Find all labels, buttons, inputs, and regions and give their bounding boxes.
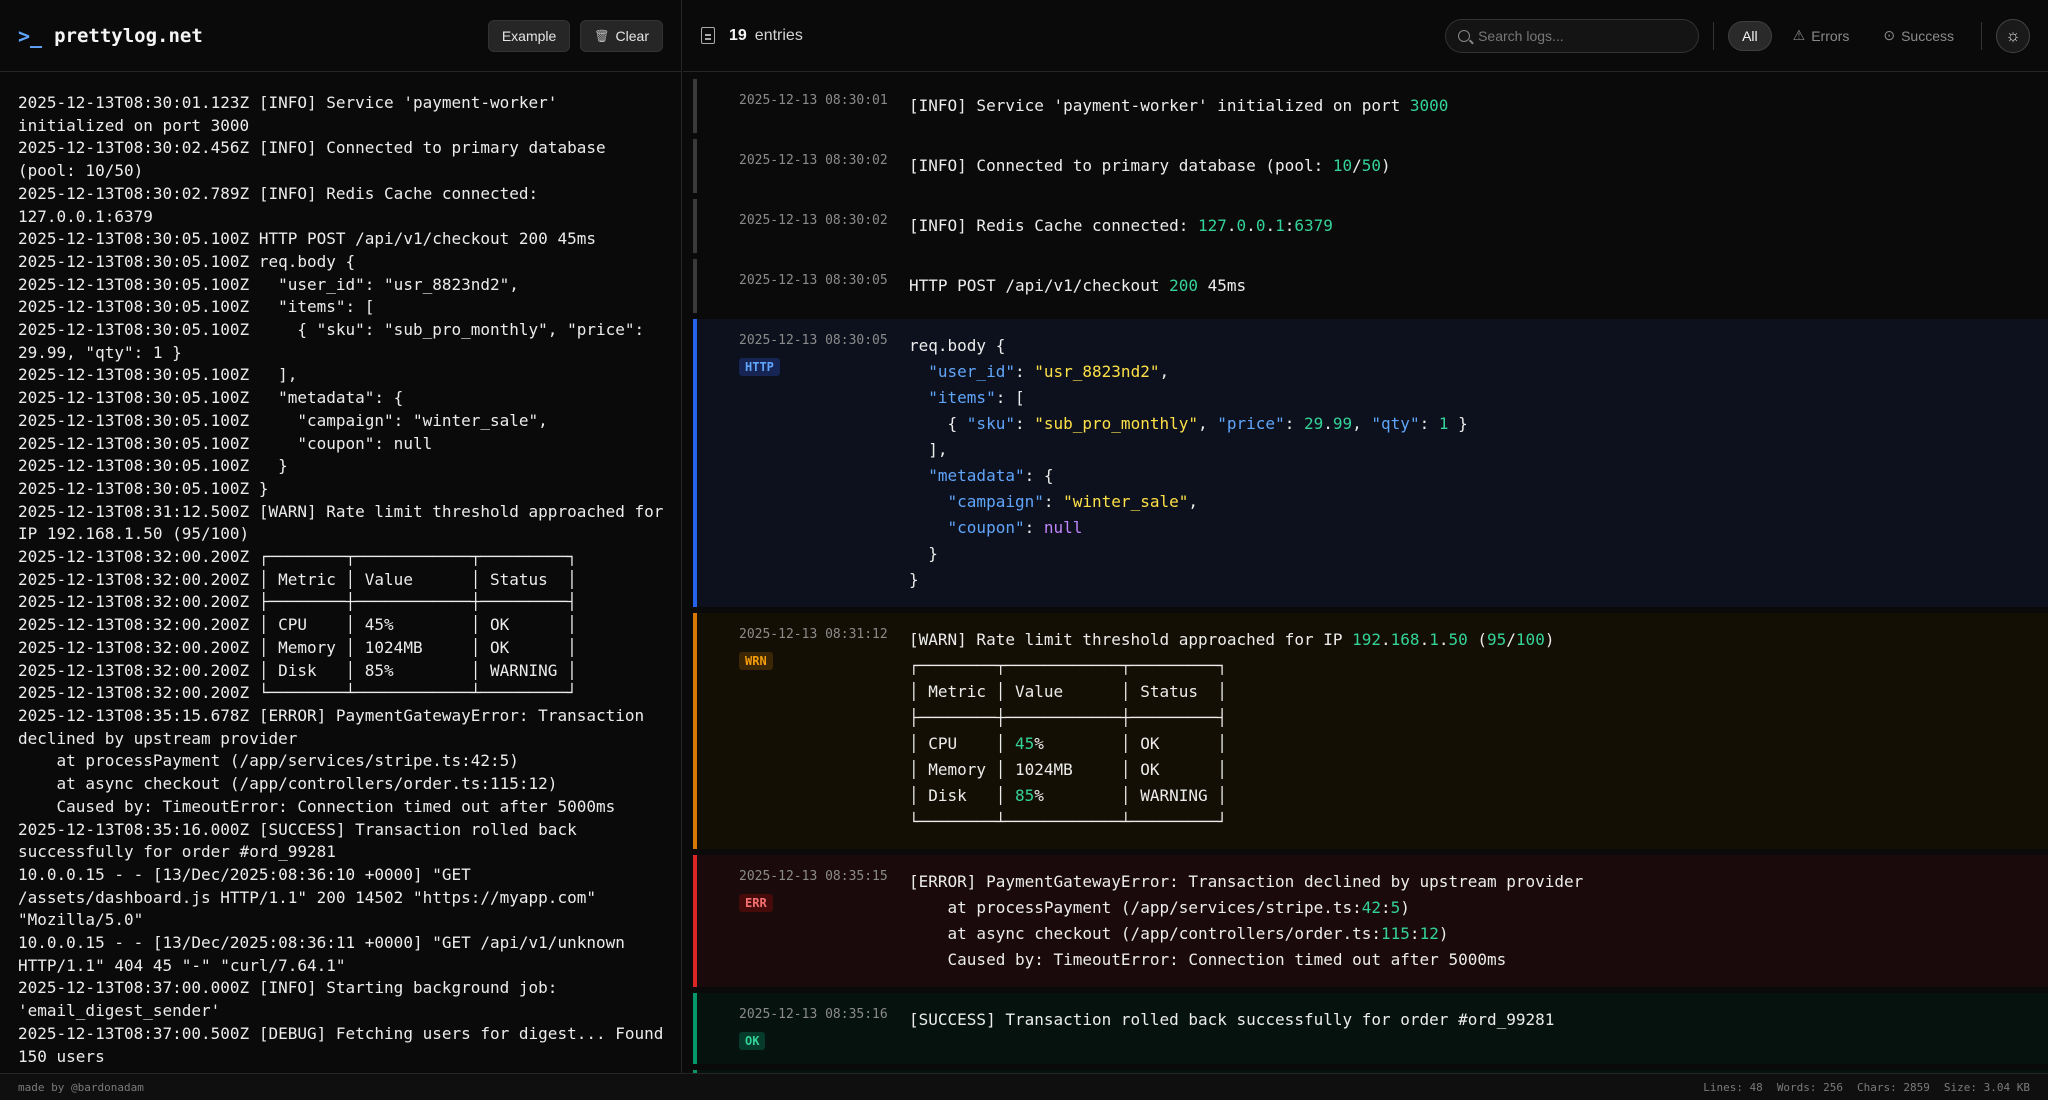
log-message: HTTP POST /api/v1/checkout 200 45ms <box>909 276 1247 295</box>
left-header: >_ prettylog.net Example 🗑 Clear <box>0 0 681 72</box>
size-stat: Size: 3.04 KB <box>1943 1080 2030 1094</box>
level-badge: ERR <box>739 894 773 912</box>
level-badge: HTTP <box>739 358 780 376</box>
app-title: prettylog.net <box>54 24 203 47</box>
log-entry-meta: 2025-12-13 08:30:05 HTTP <box>697 333 897 593</box>
level-badge: OK <box>739 1032 766 1050</box>
log-entry-meta: 2025-12-13 08:35:15 ERR <box>697 869 897 973</box>
example-button[interactable]: Example <box>487 19 571 52</box>
log-entry[interactable]: 2025-12-13 08:35:15 ERR [ERROR] PaymentGat… <box>693 855 2048 987</box>
search-icon <box>1458 29 1471 42</box>
lines-stat: Lines: 48 <box>1703 1080 1763 1094</box>
chars-stat: Chars: 2859 <box>1857 1080 1930 1094</box>
log-entry-meta: 2025-12-13 08:30:01 <box>697 93 897 119</box>
filter-errors-label: Errors <box>1811 27 1850 44</box>
log-entry[interactable]: 2025-12-13 08:35:16 OK [SUCCESS] Transacti… <box>693 993 2048 1064</box>
level-badge: WRN <box>739 652 773 670</box>
log-timestamp: 2025-12-13 08:30:02 <box>739 213 888 228</box>
log-entries-list: 2025-12-13 08:30:01 [INFO] Service 'payme… <box>683 73 2048 1073</box>
log-timestamp: 2025-12-13 08:31:12 <box>739 627 888 642</box>
filter-group: All ⚠ Errors ⊙ Success <box>1728 20 1967 51</box>
log-message: [INFO] Connected to primary database (po… <box>909 156 1391 175</box>
log-message: [INFO] Service 'payment-worker' initiali… <box>909 96 1449 115</box>
entry-count-label: entries <box>754 26 803 44</box>
log-message: req.body { "user_id": "usr_8823nd2", "it… <box>909 336 1468 589</box>
log-timestamp: 2025-12-13 08:35:15 <box>739 869 888 884</box>
log-message: [SUCCESS] Transaction rolled back succes… <box>909 1010 1555 1029</box>
formatted-log-pane: 19 entries All ⚠ Errors ⊙ Success ☼ 2025… <box>683 0 2048 1073</box>
raw-log-textarea[interactable]: 2025-12-13T08:30:01.123Z [INFO] Service … <box>18 92 668 1067</box>
filter-all[interactable]: All <box>1728 20 1772 51</box>
warning-triangle-icon: ⚠ <box>1792 27 1806 43</box>
status-bar: made by @bardonadam Lines: 48 Words: 256… <box>0 1073 2048 1100</box>
raw-input-pane: >_ prettylog.net Example 🗑 Clear 2025-12… <box>0 0 682 1073</box>
header-divider <box>1713 21 1715 50</box>
filter-success[interactable]: ⊙ Success <box>1870 21 1967 51</box>
log-entry-meta: 2025-12-13 08:35:16 OK <box>697 1007 897 1050</box>
trash-icon: 🗑 <box>594 28 610 43</box>
words-stat: Words: 256 <box>1776 1080 1844 1094</box>
log-message: [WARN] Rate limit threshold approached f… <box>909 630 1555 831</box>
filter-errors[interactable]: ⚠ Errors <box>1780 21 1863 51</box>
log-entry-meta: 2025-12-13 08:31:12 WRN <box>697 627 897 835</box>
right-header: 19 entries All ⚠ Errors ⊙ Success ☼ <box>683 0 2048 72</box>
sun-icon: ☼ <box>2005 25 2021 45</box>
credit-text: made by @bardonadam <box>18 1080 144 1094</box>
brand: >_ prettylog.net <box>18 24 203 48</box>
log-message: [INFO] Redis Cache connected: 127.0.0.1:… <box>909 216 1333 235</box>
clear-button-label: Clear <box>615 27 649 44</box>
log-entry[interactable]: 2025-12-13 08:30:05 HTTP POST /api/v1/che… <box>693 259 2048 313</box>
log-entry-meta: 2025-12-13 08:30:05 <box>697 273 897 299</box>
log-entry[interactable]: 2025-12-13 08:30:01 [INFO] Service 'payme… <box>693 79 2048 133</box>
log-entry-meta: 2025-12-13 08:30:02 <box>697 213 897 239</box>
log-timestamp: 2025-12-13 08:30:01 <box>739 93 888 108</box>
log-entry[interactable]: 2025-12-13 08:30:02 [INFO] Connected to p… <box>693 139 2048 193</box>
log-entry[interactable]: 2025-12-13 08:30:02 [INFO] Redis Cache co… <box>693 199 2048 253</box>
log-message: [ERROR] PaymentGatewayError: Transaction… <box>909 872 1584 969</box>
terminal-icon: >_ <box>18 23 43 48</box>
log-timestamp: 2025-12-13 08:30:05 <box>739 333 888 348</box>
log-entry[interactable]: 2025-12-13 08:31:12 WRN [WARN] Rate limit … <box>693 613 2048 849</box>
log-timestamp: 2025-12-13 08:35:16 <box>739 1007 888 1022</box>
left-header-actions: Example 🗑 Clear <box>487 19 663 52</box>
log-entry[interactable]: 2025-12-13 08:30:05 HTTP req.body { "user_… <box>693 319 2048 607</box>
header-divider <box>1981 21 1982 50</box>
search-input[interactable] <box>1478 27 1679 44</box>
entry-count: 19 <box>729 26 747 44</box>
search-box[interactable] <box>1445 18 1700 53</box>
document-stats: Lines: 48 Words: 256 Chars: 2859 Size: 3… <box>1703 1081 2030 1094</box>
document-icon <box>701 27 715 44</box>
check-circle-icon: ⊙ <box>1883 27 1896 43</box>
example-button-label: Example <box>501 27 557 44</box>
filter-all-label: All <box>1742 27 1758 44</box>
theme-toggle-button[interactable]: ☼ <box>1996 18 2030 53</box>
log-entry-meta: 2025-12-13 08:30:02 <box>697 153 897 179</box>
clear-button[interactable]: 🗑 Clear <box>580 19 663 52</box>
log-timestamp: 2025-12-13 08:30:02 <box>739 153 888 168</box>
filter-success-label: Success <box>1901 27 1954 44</box>
log-timestamp: 2025-12-13 08:30:05 <box>739 273 888 288</box>
